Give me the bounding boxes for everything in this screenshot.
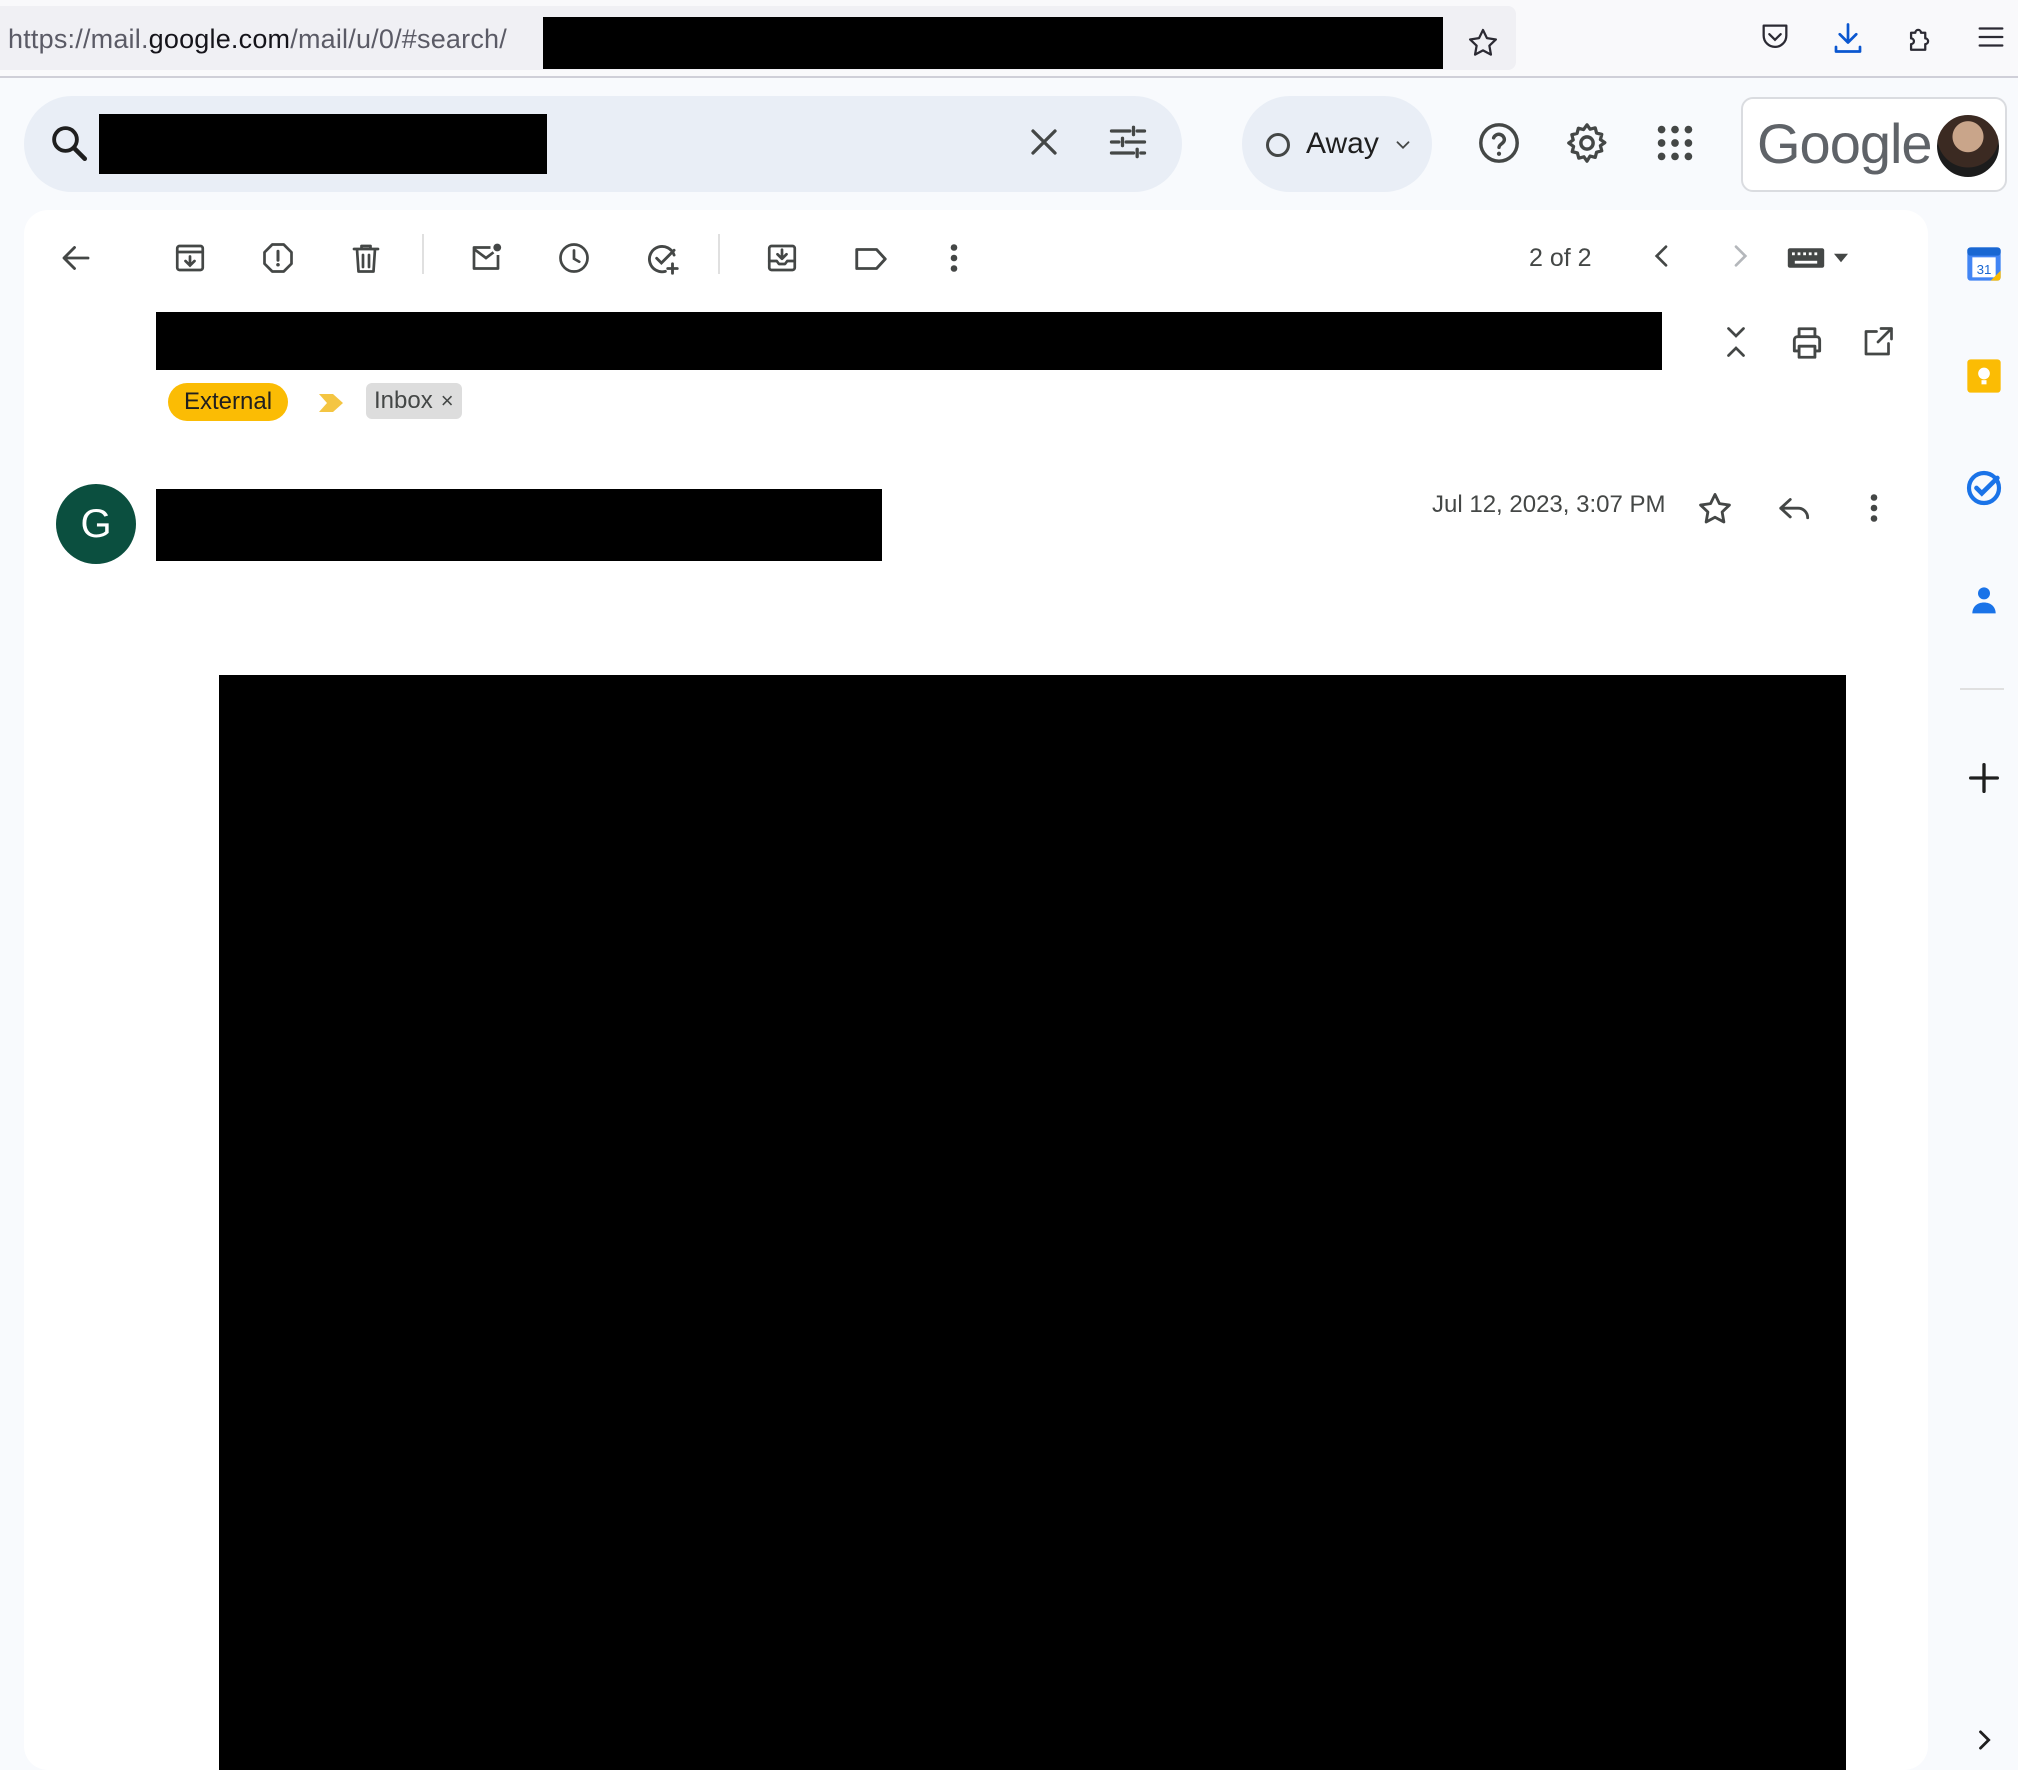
apps-icon[interactable] xyxy=(1652,120,1698,166)
snooze-icon[interactable] xyxy=(556,240,592,276)
status-ring-icon xyxy=(1266,133,1290,157)
contacts-icon[interactable] xyxy=(1964,580,2004,620)
sender-redacted xyxy=(156,489,882,561)
sender-avatar[interactable]: G xyxy=(56,484,136,564)
clear-search-icon[interactable] xyxy=(1022,120,1066,164)
subject-redacted xyxy=(156,312,1662,370)
mark-unread-icon[interactable] xyxy=(468,240,504,276)
add-task-icon[interactable] xyxy=(644,240,682,278)
settings-icon[interactable] xyxy=(1564,120,1610,166)
toolbar-divider xyxy=(422,234,424,274)
pocket-icon[interactable] xyxy=(1758,20,1792,54)
search-icon[interactable] xyxy=(48,122,90,164)
calendar-icon[interactable]: 31 xyxy=(1964,244,2004,284)
print-icon[interactable] xyxy=(1788,324,1826,362)
report-spam-icon[interactable] xyxy=(260,240,296,276)
account-switcher[interactable]: Google xyxy=(1741,97,2007,192)
more-options-icon[interactable] xyxy=(940,240,968,276)
importance-marker-icon[interactable] xyxy=(317,392,345,414)
browser-toolbar: https://mail.google.com/mail/u/0/#search… xyxy=(0,0,2018,78)
search-options-icon[interactable] xyxy=(1106,120,1150,164)
archive-icon[interactable] xyxy=(172,240,208,276)
add-icon[interactable] xyxy=(1964,758,2004,798)
url-text[interactable]: https://mail.google.com/mail/u/0/#search… xyxy=(8,24,507,55)
side-panel-divider xyxy=(1960,688,2004,690)
delete-icon[interactable] xyxy=(348,240,384,276)
reply-icon[interactable] xyxy=(1776,490,1814,528)
next-icon[interactable] xyxy=(1724,240,1756,272)
label-inbox-text: Inbox xyxy=(374,387,433,414)
collapse-all-icon[interactable] xyxy=(1718,324,1754,360)
status-selector[interactable]: Away xyxy=(1242,96,1432,192)
menu-icon[interactable] xyxy=(1974,20,2008,54)
message-date: Jul 12, 2023, 3:07 PM xyxy=(1432,491,1666,518)
status-label: Away xyxy=(1306,127,1379,160)
keyboard-icon[interactable] xyxy=(1786,244,1854,272)
bookmark-star-icon[interactable] xyxy=(1466,26,1500,60)
google-logo: Google xyxy=(1757,112,1933,175)
extensions-icon[interactable] xyxy=(1904,20,1938,54)
svg-text:31: 31 xyxy=(1977,262,1992,277)
keep-icon[interactable] xyxy=(1964,356,2004,396)
expand-panel-icon[interactable] xyxy=(1970,1726,1998,1754)
prev-icon[interactable] xyxy=(1646,240,1678,272)
label-inbox[interactable]: Inbox × xyxy=(366,383,462,419)
search-query-redacted[interactable] xyxy=(99,114,547,174)
download-icon[interactable] xyxy=(1830,20,1866,56)
open-in-new-window-icon[interactable] xyxy=(1860,324,1896,360)
user-avatar[interactable] xyxy=(1935,113,2001,179)
search-bar[interactable] xyxy=(24,96,1182,192)
toolbar-divider xyxy=(718,234,720,274)
message-view: 2 of 2 External Inbox × G Jul 12, 2023, 3… xyxy=(24,210,1928,1770)
tasks-icon[interactable] xyxy=(1964,468,2004,508)
star-icon[interactable] xyxy=(1696,490,1734,528)
back-icon[interactable] xyxy=(58,240,94,276)
address-bar[interactable]: https://mail.google.com/mail/u/0/#search… xyxy=(0,6,1516,70)
redacted-url-segment xyxy=(543,17,1443,69)
pagination-count: 2 of 2 xyxy=(1529,244,1592,272)
message-more-icon[interactable] xyxy=(1860,490,1888,526)
move-to-icon[interactable] xyxy=(764,240,800,276)
label-icon[interactable] xyxy=(852,240,890,278)
chevron-down-icon xyxy=(1392,134,1414,156)
message-body-redacted xyxy=(219,675,1846,1770)
label-external[interactable]: External xyxy=(168,383,289,421)
help-icon[interactable] xyxy=(1476,120,1522,166)
remove-label-icon[interactable]: × xyxy=(441,388,454,413)
